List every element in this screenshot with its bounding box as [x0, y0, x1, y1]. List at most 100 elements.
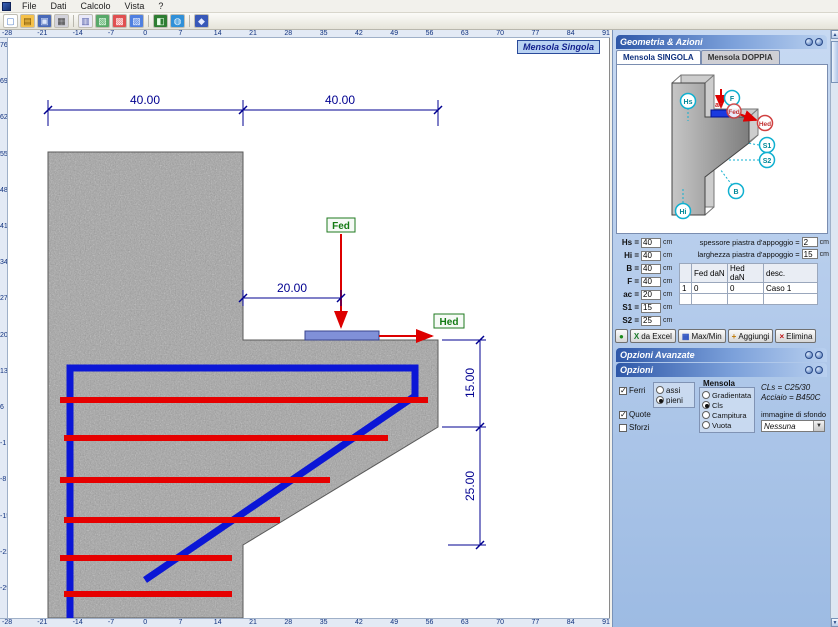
vertical-scrollbar[interactable]: ▲ ▼ — [830, 30, 838, 627]
scroll-up-icon[interactable]: ▲ — [831, 30, 838, 39]
load-table-row[interactable]: 1 0 0 Caso 1 — [680, 283, 818, 294]
print-icon[interactable]: ▦ — [54, 14, 69, 28]
acciaio-material-label: Acciaio = B450C — [761, 393, 820, 402]
ruler-label: 77 — [532, 30, 540, 38]
scroll-down-icon[interactable]: ▼ — [831, 618, 838, 627]
chart-icon[interactable]: ▩ — [112, 14, 127, 28]
panel-pin-button[interactable] — [815, 351, 823, 359]
pieni-radio-row[interactable]: pieni — [656, 395, 692, 405]
field-b-unit: cm — [663, 265, 672, 272]
grid-icon[interactable]: ▧ — [95, 14, 110, 28]
geometry-actions-panel: Geometria & Azioni Mensola SINGOLA Menso… — [612, 30, 830, 627]
chevron-down-icon[interactable]: ▼ — [813, 421, 824, 431]
sforzi-checkbox[interactable] — [619, 424, 627, 432]
field-ac-label: ac = — [615, 290, 639, 299]
drawing-canvas[interactable]: Fed Hed 40.00 40.00 20.00 — [8, 38, 610, 618]
panel-pin-button[interactable] — [815, 38, 823, 46]
panel-collapse-button[interactable] — [805, 351, 813, 359]
menu-dati[interactable]: Dati — [45, 0, 73, 12]
tab-mensola-doppia[interactable]: Mensola DOPPIA — [701, 50, 780, 64]
mensola-fill-group: Gradientata Cls Campitura Vuota — [699, 387, 755, 433]
save-icon[interactable]: ▣ — [37, 14, 52, 28]
sforzi-checkbox-row[interactable]: Sforzi — [619, 423, 649, 432]
ruler-label: -29 — [0, 585, 8, 593]
ruler-label: 7 — [179, 30, 183, 38]
plate-width-input[interactable] — [802, 249, 818, 259]
gradientata-radio-row[interactable]: Gradientata — [702, 390, 752, 400]
field-hs-label: Hs = — [615, 238, 639, 247]
load-table-cell[interactable]: Caso 1 — [764, 283, 818, 294]
load-table-cell[interactable]: 0 — [692, 283, 728, 294]
options-header[interactable]: Opzioni — [616, 363, 827, 377]
ruler-label: 13 — [0, 368, 8, 376]
cls-radio-row[interactable]: Cls — [702, 400, 752, 410]
options-advanced-header[interactable]: Opzioni Avanzate — [616, 348, 827, 362]
new-icon[interactable]: ▢ — [3, 14, 18, 28]
plate-thickness-input[interactable] — [802, 237, 818, 247]
assi-radio-row[interactable]: assi — [656, 385, 692, 395]
field-hs-input[interactable] — [641, 238, 661, 248]
load-table-empty-row[interactable] — [680, 294, 818, 305]
excel-icon[interactable]: ◧ — [153, 14, 168, 28]
ferri-checkbox-row[interactable]: Ferri — [619, 386, 645, 395]
field-ac-input[interactable] — [641, 290, 661, 300]
menu-file[interactable]: File — [16, 0, 43, 12]
field-hi-input[interactable] — [641, 251, 661, 261]
ruler-label: -28 — [2, 619, 12, 627]
book-icon[interactable]: ◆ — [194, 14, 209, 28]
max-min-button[interactable]: ▦Max/Min — [678, 329, 726, 343]
menu-vista[interactable]: Vista — [119, 0, 151, 12]
field-f-label: F = — [615, 277, 639, 286]
background-image-select[interactable]: Nessuna ▼ — [761, 420, 825, 432]
ruler-label: 49 — [390, 30, 398, 38]
quote-checkbox[interactable] — [619, 411, 627, 419]
aggiungi-button[interactable]: +Aggiungi — [728, 329, 774, 343]
panel-collapse-button[interactable] — [805, 366, 813, 374]
open-icon[interactable]: ▤ — [20, 14, 35, 28]
diagram-f-label: F — [730, 96, 735, 103]
gradientata-label: Gradientata — [712, 391, 751, 400]
campitura-radio[interactable] — [702, 411, 710, 419]
graph-icon[interactable]: ▨ — [129, 14, 144, 28]
load-table-cell[interactable]: 1 — [680, 283, 692, 294]
assi-radio[interactable] — [656, 386, 664, 394]
pieni-radio[interactable] — [656, 396, 664, 404]
field-s2-input[interactable] — [641, 316, 661, 326]
toolbar: ▢ ▤ ▣ ▦ ▥ ▧ ▩ ▨ ◧ ◍ ◆ — [0, 13, 838, 30]
plate-thickness-unit: cm — [820, 239, 829, 246]
sforzi-label: Sforzi — [629, 423, 649, 432]
ruler-label: 21 — [249, 30, 257, 38]
copy-icon[interactable]: ▥ — [78, 14, 93, 28]
load-table[interactable]: Fed daN Hed daN desc. 1 0 0 Caso 1 — [679, 263, 818, 305]
cls-radio[interactable] — [702, 401, 710, 409]
ruler-top: -28-21-14-707142128354249566370778491 — [0, 30, 610, 38]
vuota-radio-row[interactable]: Vuota — [702, 420, 752, 430]
field-f-input[interactable] — [641, 277, 661, 287]
field-s1-input[interactable] — [641, 303, 661, 313]
elimina-button[interactable]: ×Elimina — [775, 329, 816, 343]
quote-checkbox-row[interactable]: Quote — [619, 410, 651, 419]
geometry-panel-header[interactable]: Geometria & Azioni — [616, 35, 827, 49]
scrollbar-thumb[interactable] — [831, 41, 838, 83]
ruler-label: 55 — [0, 151, 8, 159]
campitura-radio-row[interactable]: Campitura — [702, 410, 752, 420]
panel-collapse-button[interactable] — [805, 38, 813, 46]
plate-width-label: larghezza piastra d'appoggio = — [698, 250, 800, 259]
menu-help[interactable]: ? — [152, 0, 169, 12]
field-hi-label: Hi = — [615, 251, 639, 260]
toolbar-separator — [189, 15, 190, 27]
globe-icon[interactable]: ◍ — [170, 14, 185, 28]
field-b-input[interactable] — [641, 264, 661, 274]
load-table-cell[interactable]: 0 — [728, 283, 764, 294]
ferri-checkbox[interactable] — [619, 387, 627, 395]
vuota-radio[interactable] — [702, 421, 710, 429]
gradientata-radio[interactable] — [702, 391, 710, 399]
panel-pin-button[interactable] — [815, 366, 823, 374]
bar-style-group: assi pieni — [653, 382, 695, 408]
tab-mensola-singola[interactable]: Mensola SINGOLA — [616, 50, 701, 64]
da-excel-button[interactable]: Xda Excel — [630, 329, 676, 343]
ruler-label: 63 — [461, 30, 469, 38]
menu-calcolo[interactable]: Calcolo — [75, 0, 117, 12]
ruler-label: 34 — [0, 259, 8, 267]
refresh-button[interactable]: ● — [615, 329, 628, 343]
